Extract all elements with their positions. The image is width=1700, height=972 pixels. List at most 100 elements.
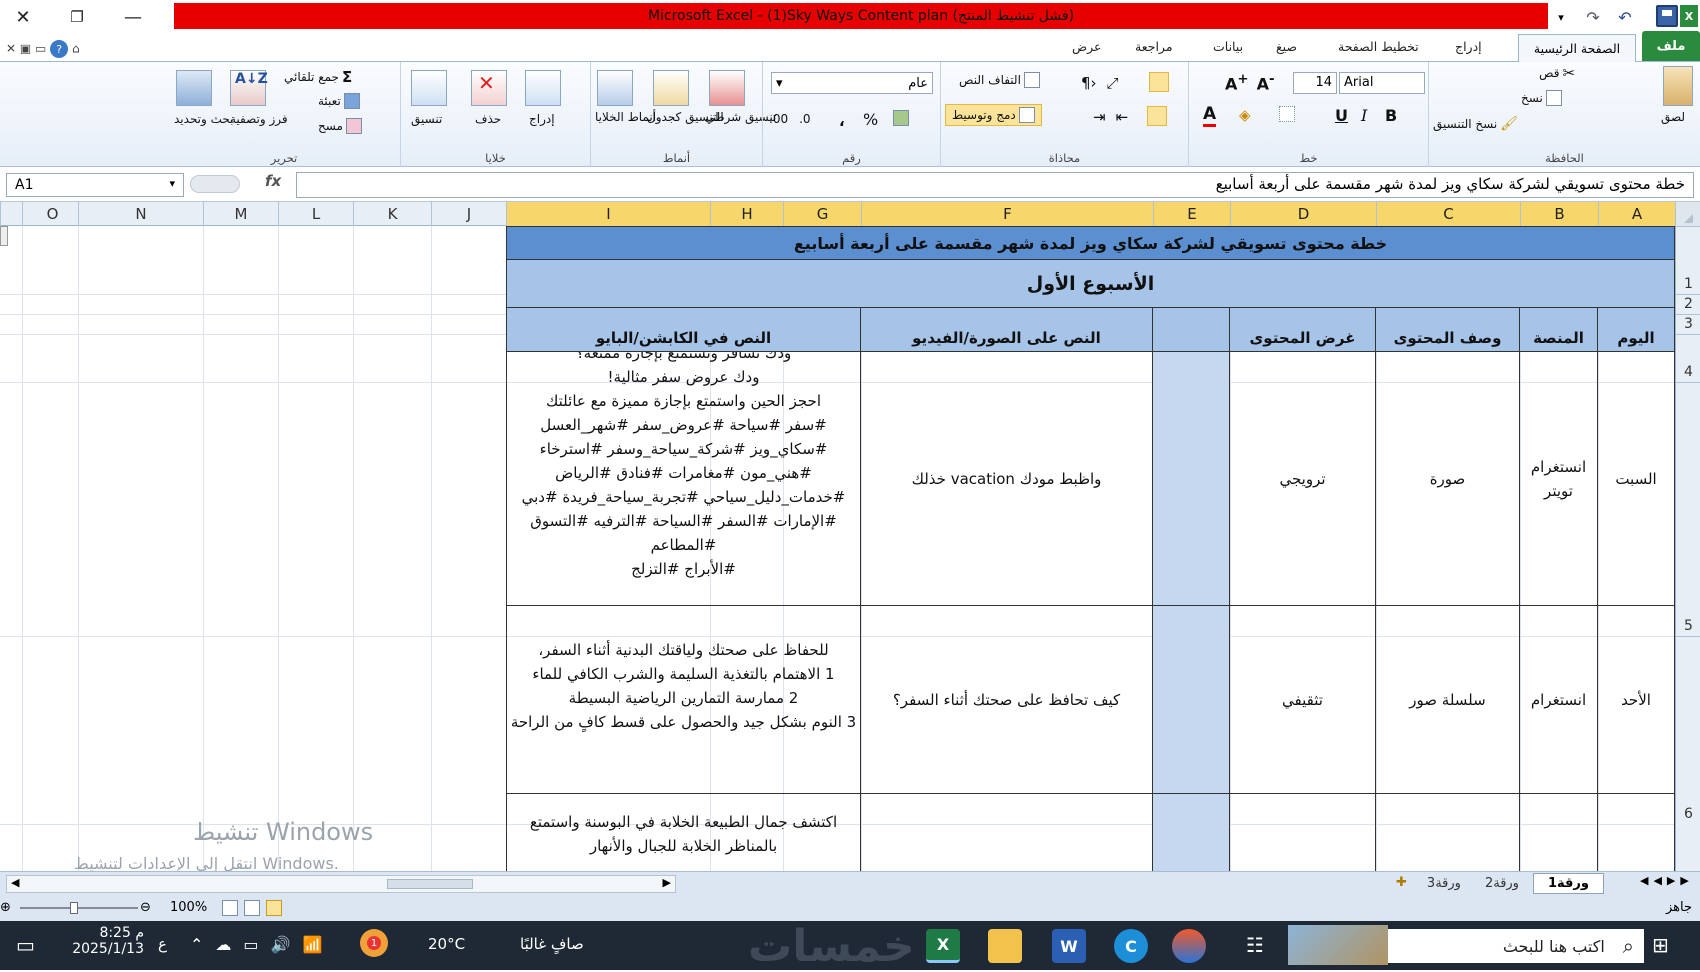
minimize-button[interactable]: — (110, 0, 156, 34)
cell-purpose-6[interactable]: تثقيفي (1230, 606, 1376, 794)
wrap-text-button[interactable]: التفاف النص (959, 72, 1040, 88)
header-caption[interactable]: النص في الكابشن/البايو (506, 308, 861, 352)
page-layout-view-icon[interactable] (244, 900, 260, 916)
cell-caption-5[interactable]: ما تشعر بالإجهاد والضغط من العمل؟ودك تسا… (506, 352, 861, 606)
sheet-title-cell[interactable]: خطة محتوى تسويقي لشركة سكاي ويز لمدة شهر… (506, 226, 1675, 260)
tab-data[interactable]: بيانات (1213, 39, 1243, 54)
currency-button[interactable] (893, 110, 909, 126)
fill-color-button[interactable]: ◈ (1239, 106, 1251, 124)
cell-desc-6[interactable]: سلسلة صور (1376, 606, 1520, 794)
sheet-nav-icons[interactable]: ◀◀▶▶ (1640, 874, 1694, 887)
row-header-3[interactable]: 3 (1676, 314, 1700, 334)
column-header-I[interactable]: I (506, 202, 710, 226)
tab-formulas[interactable]: صيغ (1276, 39, 1297, 54)
indent-buttons[interactable]: ⇥ ⇤ (1093, 108, 1128, 126)
insert-button[interactable]: إدراج (529, 112, 555, 126)
cell-e-7[interactable] (1153, 794, 1230, 871)
header-empty-e[interactable] (1153, 308, 1230, 352)
zoom-slider-handle[interactable] (70, 902, 78, 914)
split-handle[interactable] (0, 226, 8, 246)
zoom-out-icon[interactable]: ⊖ (140, 900, 151, 915)
select-all-button[interactable] (1675, 202, 1700, 226)
name-box[interactable]: A1 ▾ (6, 173, 184, 197)
cell-r7-F[interactable] (861, 794, 1153, 871)
cell-desc-5[interactable]: صورة (1376, 352, 1520, 606)
cell-caption-7[interactable]: اكتشف جمال الطبيعة الخلابة في البوسنة وا… (506, 794, 861, 871)
header-desc[interactable]: وصف المحتوى (1376, 308, 1520, 352)
cell-r7-B[interactable] (1520, 794, 1598, 871)
fill-button[interactable]: تعبئة (318, 93, 360, 109)
underline-button[interactable]: U (1335, 106, 1348, 125)
cell-day-sun[interactable]: الأحد (1598, 606, 1675, 794)
font-name-select[interactable]: Arial (1339, 72, 1425, 94)
cell-platform-5[interactable]: انستغرام تويتر (1520, 352, 1598, 606)
format-painter-button[interactable]: نسخ التنسيق 🖌 (1433, 116, 1518, 132)
cell-e-5[interactable] (1153, 352, 1230, 606)
column-header-A[interactable]: A (1598, 202, 1675, 226)
clock[interactable]: 8:25 م 2025/1/13 (64, 925, 144, 957)
column-header-O[interactable]: O (22, 202, 82, 226)
excel-taskbar-icon[interactable]: X (926, 929, 960, 963)
format-button[interactable]: تنسيق (411, 112, 442, 126)
chrome-icon[interactable] (1172, 929, 1206, 963)
sheet-tab-2[interactable]: ورقة2 (1475, 873, 1529, 894)
column-header-L[interactable]: L (278, 202, 353, 226)
column-header-B[interactable]: B (1520, 202, 1598, 226)
header-day[interactable]: اليوم (1598, 308, 1675, 352)
autosum-button[interactable]: جمع تلقائي Σ (284, 68, 352, 86)
word-icon[interactable]: W (1052, 929, 1086, 963)
column-header-E[interactable]: E (1153, 202, 1230, 226)
restore-button[interactable]: ❐ (54, 0, 100, 34)
column-header-H[interactable]: H (710, 202, 783, 226)
cell-day-sat[interactable]: السبت (1598, 352, 1675, 606)
cortana-c-icon[interactable]: C (1114, 929, 1148, 963)
scroll-left-icon[interactable]: ◀ (11, 876, 19, 889)
insert-function-button[interactable]: fx (265, 172, 281, 190)
sort-filter-button[interactable]: فرز وتصفية (230, 112, 288, 127)
cell-e-6[interactable] (1153, 606, 1230, 794)
cell-r7-A[interactable] (1598, 794, 1675, 871)
column-header-C[interactable]: C (1376, 202, 1520, 226)
tab-insert[interactable]: إدراج (1455, 39, 1482, 54)
cell-r7-C[interactable] (1376, 794, 1520, 871)
new-sheet-icon[interactable]: ✚ (1390, 873, 1413, 894)
normal-view-icon[interactable] (266, 900, 282, 916)
redo-icon[interactable]: ↷ (1580, 6, 1606, 28)
spreadsheet-grid[interactable]: ABCDEFGHIJKLMNO 123456 خطة محتوى تسويقي … (0, 202, 1700, 871)
week-title-cell[interactable]: الأسبوع الأول (506, 260, 1675, 308)
column-header-J[interactable]: J (431, 202, 506, 226)
notifications-icon[interactable]: ▭ (16, 933, 35, 957)
zoom-in-icon[interactable]: ⊕ (0, 900, 11, 915)
cell-caption-6[interactable]: للحفاظ على صحتك ولياقتك البدنية أثناء ال… (506, 606, 861, 794)
task-view-icon[interactable]: ☷ (1246, 933, 1264, 957)
merge-center-button[interactable]: دمج وتوسيط (945, 104, 1042, 126)
zoom-slider[interactable] (20, 907, 138, 909)
qat-customize-icon[interactable]: ▾ (1554, 6, 1568, 28)
decimal-buttons[interactable]: .00 .0 (769, 112, 811, 126)
row-header-5[interactable]: 5 (1676, 382, 1700, 636)
close-button[interactable]: ✕ (0, 0, 46, 34)
column-header-G[interactable]: G (783, 202, 861, 226)
font-color-button[interactable]: A (1203, 104, 1217, 127)
column-header-K[interactable]: K (353, 202, 431, 226)
paste-button[interactable]: لصق (1661, 110, 1685, 124)
column-header-M[interactable]: M (203, 202, 278, 226)
cell-overlay-5[interactable]: خذلك vacation واظبط مودك (861, 352, 1153, 606)
cell-overlay-6[interactable]: كيف تحافظ على صحتك أثناء السفر؟ (861, 606, 1153, 794)
align-center-button[interactable] (1147, 106, 1167, 126)
weather-icon[interactable]: 1 (360, 929, 388, 957)
font-size-select[interactable]: 14 (1293, 72, 1337, 94)
horizontal-scrollbar[interactable]: ◀ ▶ (6, 875, 676, 893)
row-header-2[interactable]: 2 (1676, 294, 1700, 314)
column-header-D[interactable]: D (1230, 202, 1376, 226)
column-header-N[interactable]: N (78, 202, 203, 226)
column-header-F[interactable]: F (861, 202, 1153, 226)
tab-view[interactable]: عرض (1072, 39, 1101, 54)
taskbar-search[interactable]: اكتب هنا للبحث ⌕ (1388, 929, 1644, 963)
cell-purpose-5[interactable]: ترويجي (1230, 352, 1376, 606)
orientation-buttons[interactable]: ¶› ⤢ (1081, 74, 1119, 92)
windows-start-icon[interactable]: ⊞ (1652, 933, 1669, 957)
sheet-tab-1[interactable]: ورقة1 (1532, 873, 1604, 894)
align-middle-button[interactable] (1149, 72, 1169, 92)
row-header-4[interactable]: 4 (1676, 334, 1700, 382)
